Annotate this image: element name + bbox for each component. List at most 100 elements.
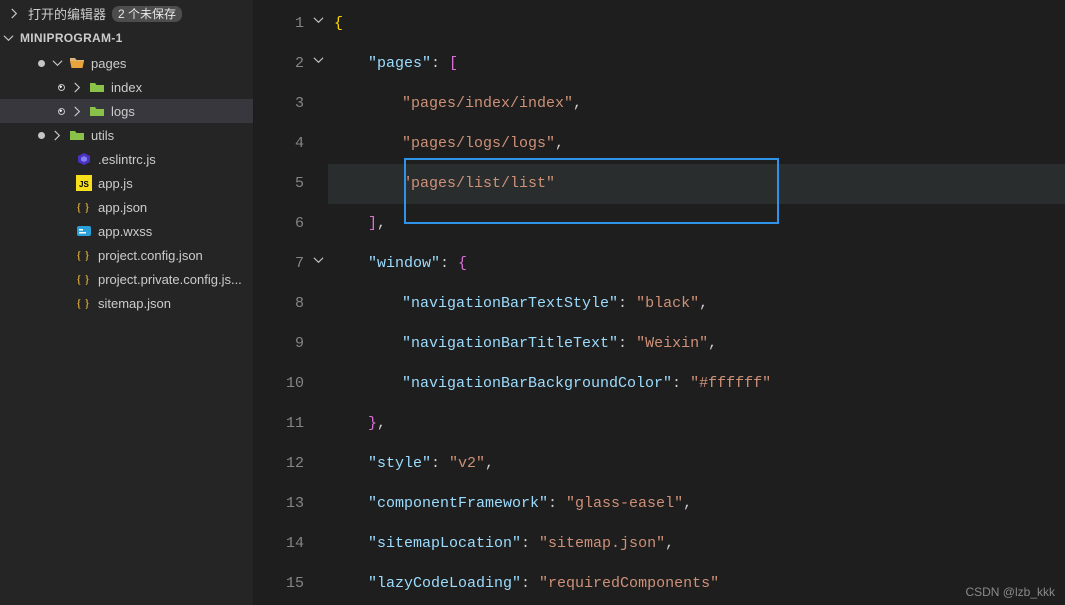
tree-item-app-js[interactable]: JSapp.js [0, 171, 253, 195]
fold-chevron-icon[interactable] [313, 44, 324, 84]
json-icon: { } [76, 247, 92, 263]
tree-item-utils[interactable]: utils [0, 123, 253, 147]
token-str: "pages/logs/logs" [402, 135, 555, 152]
wxss-icon [76, 223, 92, 239]
svg-text:{ }: { } [76, 248, 90, 262]
line-number: 5 [284, 164, 304, 204]
token-punc: : [548, 495, 566, 512]
token-brace2: } [368, 415, 377, 432]
project-header[interactable]: MINIPROGRAM-1 [0, 27, 253, 49]
line-number: 4 [284, 124, 304, 164]
line-number: 6 [284, 204, 304, 244]
tree-item-label: pages [91, 56, 247, 71]
code-line[interactable]: "lazyCodeLoading": "requiredComponents" [328, 564, 1065, 604]
file-tree: pagesindexlogsutils.eslintrc.jsJSapp.js{… [0, 49, 253, 317]
tree-item-label: .eslintrc.js [98, 152, 247, 167]
token-punc: : [431, 55, 449, 72]
gutter-line: 15 [254, 564, 328, 604]
fold-chevron-icon[interactable] [313, 244, 324, 284]
token-punc: , [699, 295, 708, 312]
folder-open-orange-icon [69, 55, 85, 71]
code-line[interactable]: "style": "v2", [328, 444, 1065, 484]
tree-item-app-json[interactable]: { } app.json [0, 195, 253, 219]
tree-item-app-wxss[interactable]: app.wxss [0, 219, 253, 243]
tree-item-project-config-json[interactable]: { }project.config.json [0, 243, 253, 267]
gutter-line: 9 [254, 324, 328, 364]
tree-item-logs[interactable]: logs [0, 99, 253, 123]
code-line[interactable]: "componentFramework": "glass-easel", [328, 484, 1065, 524]
code-line[interactable]: ], [328, 204, 1065, 244]
token-str: "black" [636, 295, 699, 312]
token-key: "lazyCodeLoading" [368, 575, 521, 592]
tree-item-label: index [111, 80, 247, 95]
token-str: "v2" [449, 455, 485, 472]
modified-dot [38, 132, 45, 139]
gutter-line: 7 [254, 244, 328, 284]
code-editor[interactable]: 123456789101112131415 {"pages": ["pages/… [254, 0, 1065, 605]
js-icon: JS [76, 175, 92, 191]
code-line[interactable]: }, [328, 404, 1065, 444]
token-key: "pages" [368, 55, 431, 72]
tree-item-sitemap-json[interactable]: { }sitemap.json [0, 291, 253, 315]
token-punc: : [618, 295, 636, 312]
line-number: 8 [284, 284, 304, 324]
tree-item-project-private-config-js-[interactable]: { } project.private.config.js... [0, 267, 253, 291]
line-number: 15 [284, 564, 304, 604]
project-name-label: MINIPROGRAM-1 [20, 31, 123, 45]
folder-green-icon [89, 103, 105, 119]
svg-text:{ }: { } [76, 296, 90, 310]
token-str: "glass-easel" [566, 495, 683, 512]
eslint-icon [76, 151, 92, 167]
token-key: "navigationBarTextStyle" [402, 295, 618, 312]
tree-item-label: logs [111, 104, 247, 119]
token-punc: , [708, 335, 717, 352]
tree-item-label: app.wxss [98, 224, 247, 239]
tree-item-index[interactable]: index [0, 75, 253, 99]
code-line[interactable]: { [328, 4, 1065, 44]
unsaved-count-badge: 2 个未保存 [112, 6, 182, 22]
line-number: 11 [284, 404, 304, 444]
open-editors-header[interactable]: 打开的编辑器 2 个未保存 [0, 0, 253, 27]
token-brace2: [ [449, 55, 458, 72]
code-line[interactable]: "navigationBarBackgroundColor": "#ffffff… [328, 364, 1065, 404]
token-str: "Weixin" [636, 335, 708, 352]
json-icon: { } [76, 271, 92, 287]
fold-chevron-icon[interactable] [313, 4, 324, 44]
token-key: "style" [368, 455, 431, 472]
svg-text:{ }: { } [76, 272, 90, 286]
token-punc: , [555, 135, 564, 152]
chevron-down-icon [51, 58, 63, 69]
chevron-right-icon [71, 106, 83, 117]
tree-item-label: project.private.config.js... [98, 272, 247, 287]
code-line[interactable]: "pages": [ [328, 44, 1065, 84]
tree-item-label: app.json [98, 200, 247, 215]
gutter-line: 10 [254, 364, 328, 404]
code-line[interactable]: "navigationBarTitleText": "Weixin", [328, 324, 1065, 364]
token-punc: , [485, 455, 494, 472]
gutter-line: 6 [254, 204, 328, 244]
token-key: "navigationBarBackgroundColor" [402, 375, 672, 392]
token-punc: , [665, 535, 674, 552]
tree-item--eslintrc-js[interactable]: .eslintrc.js [0, 147, 253, 171]
chevron-right-icon [6, 6, 22, 22]
gutter-line: 14 [254, 524, 328, 564]
editor-code-area[interactable]: {"pages": ["pages/index/index","pages/lo… [328, 0, 1065, 605]
code-line[interactable]: "pages/logs/logs", [328, 124, 1065, 164]
line-number: 12 [284, 444, 304, 484]
token-brace2: { [458, 255, 467, 272]
tree-item-pages[interactable]: pages [0, 51, 253, 75]
code-line[interactable]: "navigationBarTextStyle": "black", [328, 284, 1065, 324]
token-brace: { [334, 15, 343, 32]
svg-text:{ }: { } [76, 200, 90, 214]
gutter-line: 5 [254, 164, 328, 204]
gutter-line: 11 [254, 404, 328, 444]
token-brace2: ] [368, 215, 377, 232]
line-number: 3 [284, 84, 304, 124]
code-line[interactable]: "sitemapLocation": "sitemap.json", [328, 524, 1065, 564]
explorer-sidebar: 打开的编辑器 2 个未保存 MINIPROGRAM-1 pages index lo… [0, 0, 254, 605]
token-punc: , [573, 95, 582, 112]
code-line[interactable]: "pages/index/index", [328, 84, 1065, 124]
code-line[interactable]: "pages/list/list" [328, 164, 1065, 204]
token-str: "#ffffff" [690, 375, 771, 392]
code-line[interactable]: "window": { [328, 244, 1065, 284]
